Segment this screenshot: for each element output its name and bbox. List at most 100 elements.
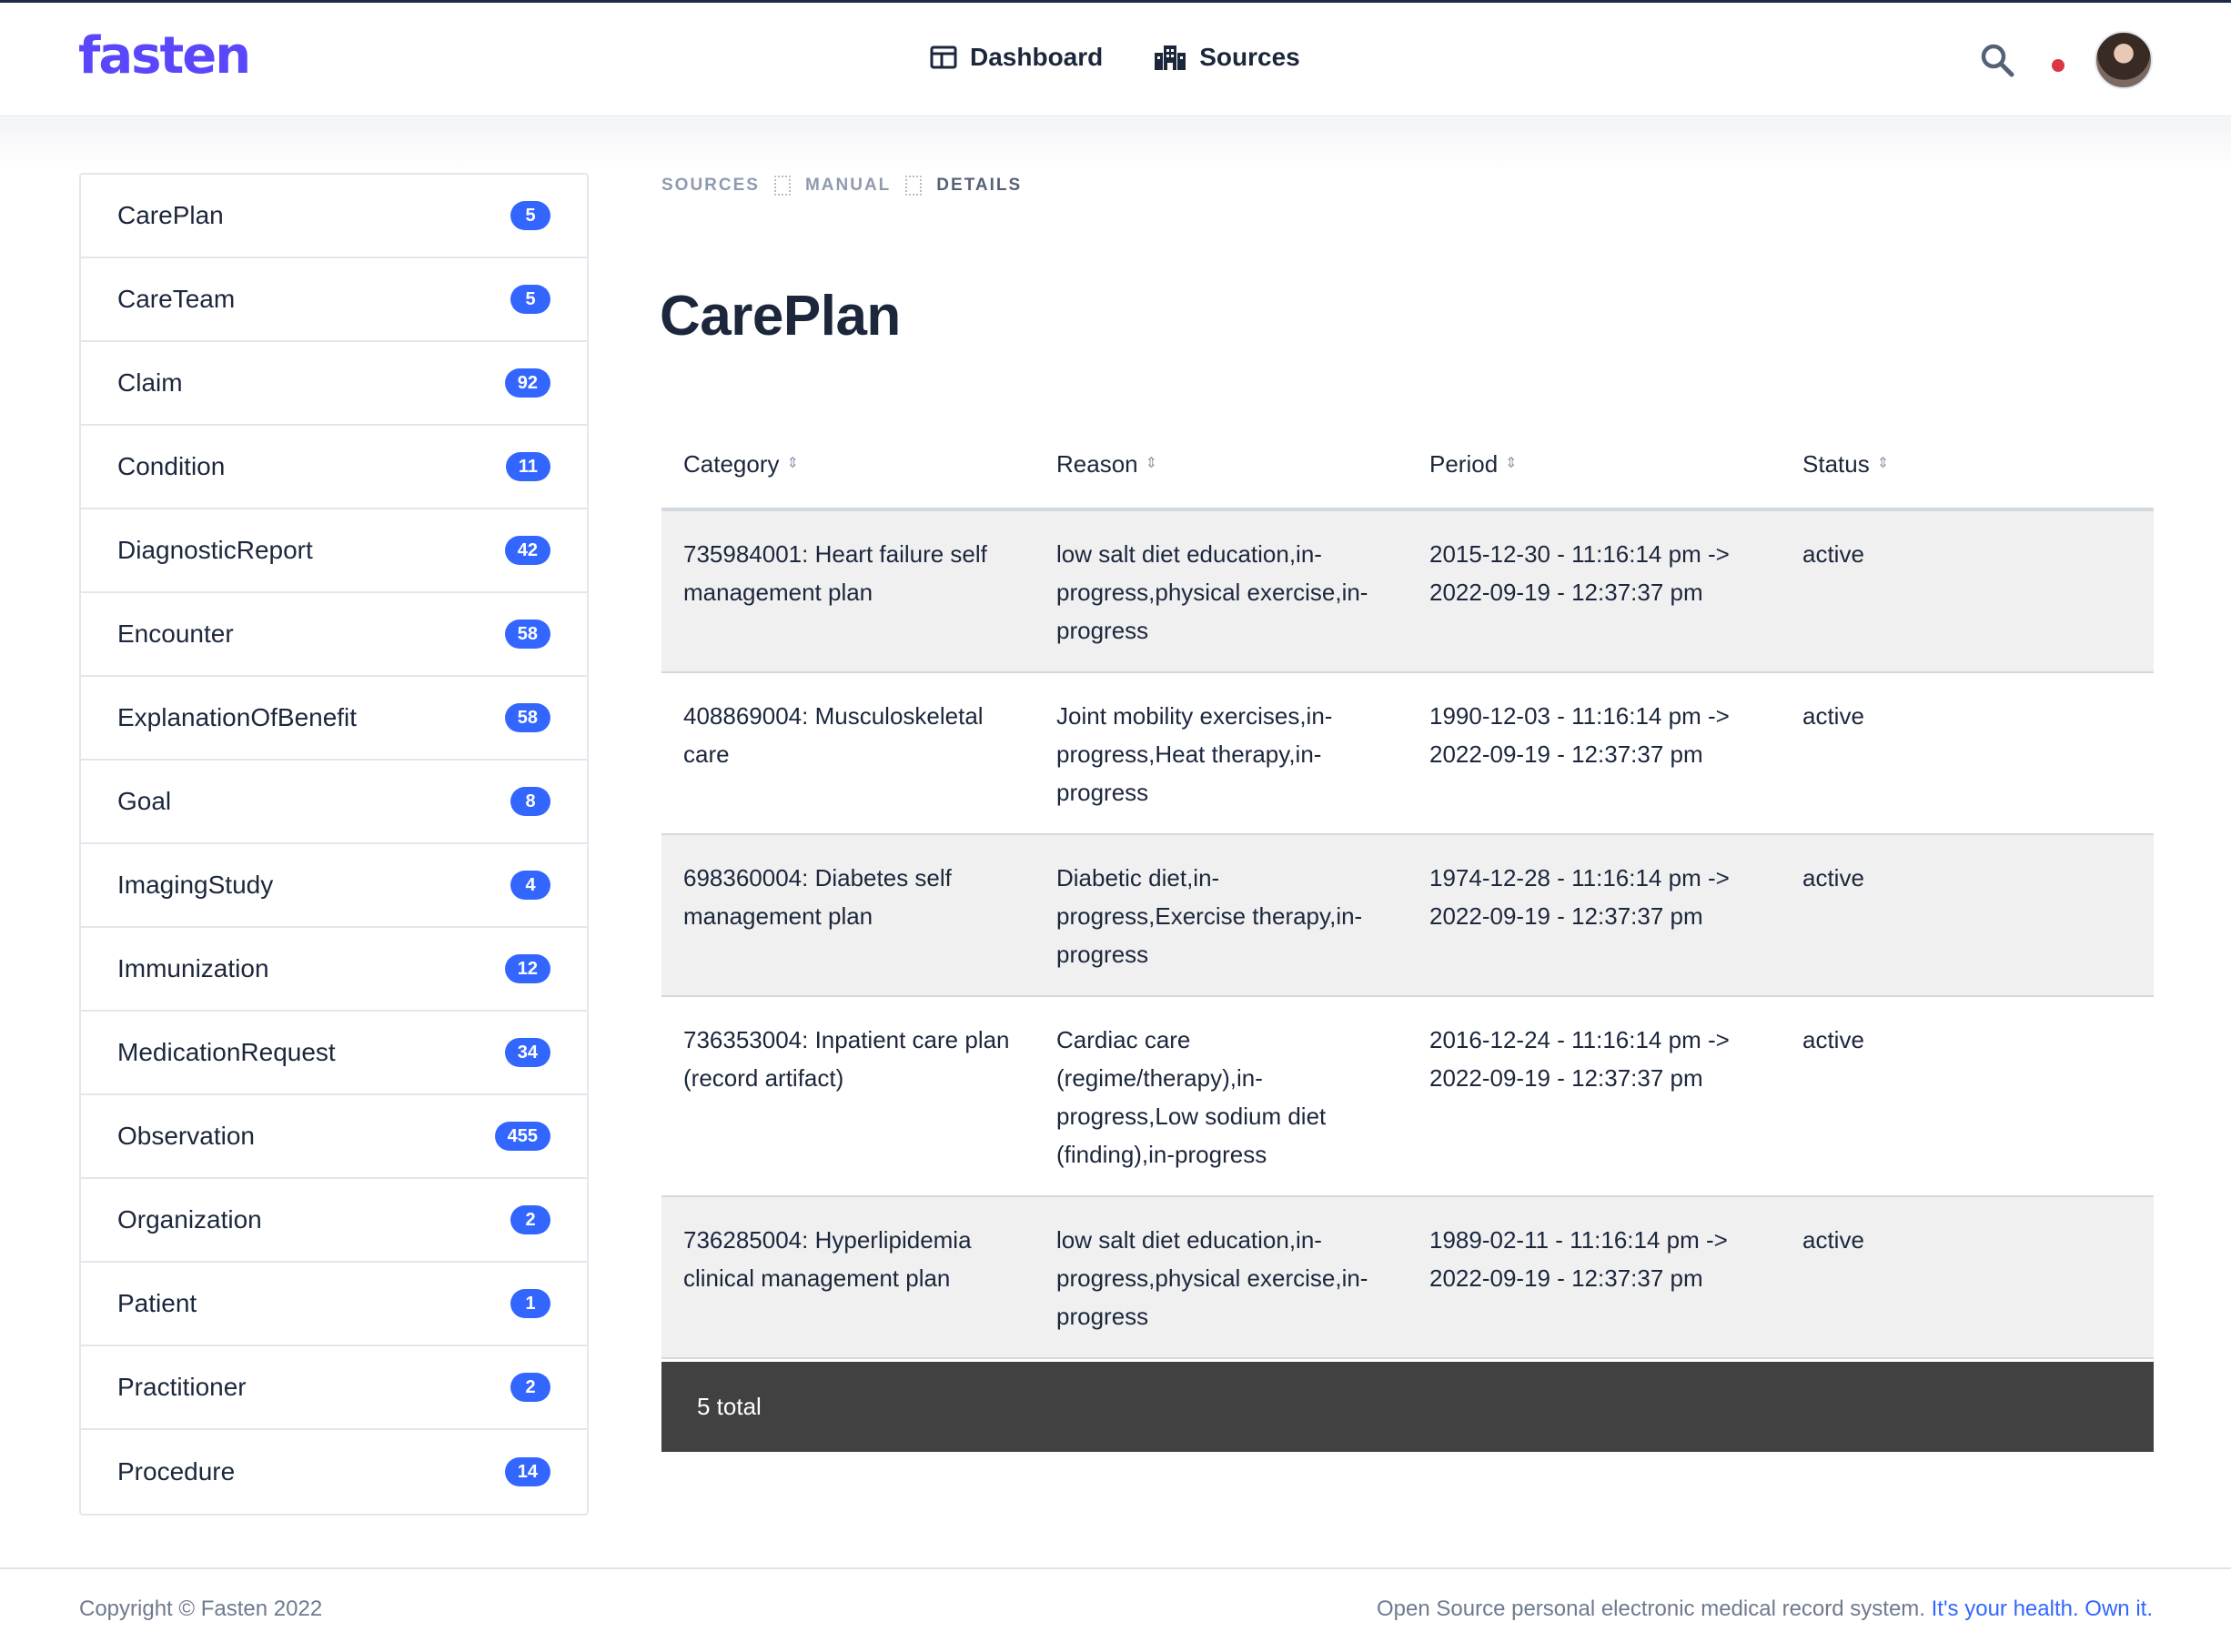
count-badge: 42: [504, 536, 550, 565]
count-badge: 58: [504, 703, 550, 732]
table-row[interactable]: 698360004: Diabetes self management plan…: [661, 835, 2154, 997]
sidebar-item-label: Organization: [117, 1205, 262, 1234]
sidebar-item-observation[interactable]: Observation 455: [81, 1095, 587, 1179]
count-badge: 8: [510, 787, 550, 816]
table-row[interactable]: 408869004: Musculoskeletal care Joint mo…: [661, 673, 2154, 835]
sidebar-item-patient[interactable]: Patient 1: [81, 1263, 587, 1346]
sidebar-item-label: Procedure: [117, 1457, 236, 1486]
nav-dashboard-label: Dashboard: [970, 43, 1104, 71]
nav-dashboard[interactable]: Dashboard: [930, 43, 1103, 72]
count-badge: 92: [504, 368, 550, 398]
search-icon: [1981, 44, 2014, 77]
sidebar-item-encounter[interactable]: Encounter 58: [81, 593, 587, 677]
column-header-label: Category: [683, 449, 780, 478]
sidebar-item-label: Observation: [117, 1122, 255, 1150]
tagline-text: Open Source personal electronic medical …: [1377, 1597, 1925, 1621]
column-header-label: Reason: [1056, 449, 1138, 478]
count-badge: 12: [504, 954, 550, 983]
count-badge: 455: [494, 1122, 550, 1151]
sidebar-item-immunization[interactable]: Immunization 12: [81, 928, 587, 1012]
search-button[interactable]: [1980, 43, 2014, 82]
sidebar-item-organization[interactable]: Organization 2: [81, 1179, 587, 1263]
sidebar-item-label: CarePlan: [117, 201, 224, 229]
breadcrumb-manual[interactable]: MANUAL: [805, 176, 891, 196]
count-badge: 2: [510, 1373, 550, 1402]
user-avatar[interactable]: [2095, 31, 2153, 89]
breadcrumb-separator-icon: [773, 176, 791, 196]
sidebar-item-goal[interactable]: Goal 8: [81, 761, 587, 844]
sources-icon: [1155, 45, 1186, 70]
sort-icon: ⇕: [1876, 456, 1890, 471]
column-header-label: Period: [1429, 449, 1499, 478]
column-header-category[interactable]: Category ⇕: [661, 450, 1035, 478]
sidebar-item-label: ExplanationOfBenefit: [117, 703, 358, 731]
breadcrumb-sources[interactable]: SOURCES: [661, 176, 760, 196]
sidebar-item-label: CareTeam: [117, 285, 236, 313]
column-header-period[interactable]: Period ⇕: [1408, 450, 1781, 478]
sidebar-item-imagingstudy[interactable]: ImagingStudy 4: [81, 844, 587, 928]
cell-reason: low salt diet education,in-progress,phys…: [1056, 1226, 1368, 1330]
table-footer-total: 5 total: [661, 1362, 2154, 1452]
careplan-table: Category ⇕ Reason ⇕ Period ⇕ Status ⇕ 735984…: [661, 420, 2154, 1359]
sidebar-item-label: ImagingStudy: [117, 871, 274, 899]
sidebar-item-procedure[interactable]: Procedure 14: [81, 1430, 587, 1514]
sidebar-item-condition[interactable]: Condition 11: [81, 426, 587, 509]
column-header-label: Status: [1802, 449, 1870, 478]
nav-sources[interactable]: Sources: [1154, 43, 1300, 72]
breadcrumb-separator-icon: [905, 176, 923, 196]
header-shadow: [0, 117, 2231, 172]
sidebar-item-label: Condition: [117, 452, 226, 480]
cell-reason: Cardiac care (regime/therapy),in-progres…: [1056, 1026, 1327, 1168]
sort-icon: ⇕: [1145, 456, 1158, 471]
sidebar-item-practitioner[interactable]: Practitioner 2: [81, 1346, 587, 1430]
sidebar-item-careplan[interactable]: CarePlan 5: [81, 175, 587, 258]
notification-indicator[interactable]: [2052, 59, 2064, 72]
sidebar-item-label: Encounter: [117, 620, 234, 648]
count-badge: 2: [510, 1205, 550, 1234]
cell-period: 1989-02-11 - 11:16:14 pm -> 2022-09-19 -…: [1429, 1226, 1728, 1292]
footer-tagline: Open Source personal electronic medical …: [1377, 1597, 2153, 1622]
sort-icon: ⇕: [786, 456, 799, 471]
sidebar-item-diagnosticreport[interactable]: DiagnosticReport 42: [81, 509, 587, 593]
cell-period: 1990-12-03 - 11:16:14 pm -> 2022-09-19 -…: [1429, 702, 1730, 768]
count-badge: 34: [504, 1038, 550, 1067]
sidebar-item-label: Patient: [117, 1289, 197, 1317]
breadcrumb: SOURCES MANUAL DETAILS: [661, 176, 1022, 196]
cell-category: 698360004: Diabetes self management plan: [683, 864, 952, 930]
table-row[interactable]: 736285004: Hyperlipidemia clinical manag…: [661, 1197, 2154, 1359]
count-badge: 14: [504, 1457, 550, 1486]
table-row[interactable]: 735984001: Heart failure self management…: [661, 511, 2154, 673]
cell-category: 735984001: Heart failure self management…: [683, 540, 987, 606]
tagline-link[interactable]: It's your health. Own it.: [1932, 1597, 2153, 1621]
table-row[interactable]: 736353004: Inpatient care plan (record a…: [661, 997, 2154, 1197]
count-badge: 58: [504, 620, 550, 649]
cell-category: 408869004: Musculoskeletal care: [683, 702, 984, 768]
cell-status: active: [1802, 864, 1864, 891]
resource-sidebar: CarePlan 5 CareTeam 5 Claim 92 Condition 11 …: [79, 173, 589, 1516]
cell-reason: Diabetic diet,in-progress,Exercise thera…: [1056, 864, 1363, 968]
fasten-logo[interactable]: fasten: [78, 26, 251, 86]
cell-status: active: [1802, 540, 1864, 568]
page-footer: Copyright © Fasten 2022 Open Source pers…: [0, 1567, 2231, 1652]
column-header-reason[interactable]: Reason ⇕: [1035, 450, 1408, 478]
sidebar-item-explanationofbenefit[interactable]: ExplanationOfBenefit 58: [81, 677, 587, 761]
page-title: CarePlan: [660, 285, 901, 348]
column-header-status[interactable]: Status ⇕: [1781, 450, 2154, 478]
cell-reason: Joint mobility exercises,in-progress,Hea…: [1056, 702, 1333, 806]
sort-icon: ⇕: [1505, 456, 1518, 471]
sidebar-item-label: Practitioner: [117, 1373, 247, 1401]
sidebar-item-label: Goal: [117, 787, 172, 815]
sidebar-item-claim[interactable]: Claim 92: [81, 342, 587, 426]
count-badge: 1: [510, 1289, 550, 1318]
main-nav: Dashboard Sources: [930, 43, 1300, 72]
copyright-text: Copyright © Fasten 2022: [79, 1597, 323, 1621]
cell-reason: low salt diet education,in-progress,phys…: [1056, 540, 1368, 644]
sidebar-item-careteam[interactable]: CareTeam 5: [81, 258, 587, 342]
count-badge: 11: [505, 452, 550, 481]
table-header: Category ⇕ Reason ⇕ Period ⇕ Status ⇕: [661, 420, 2154, 511]
cell-category: 736285004: Hyperlipidemia clinical manag…: [683, 1226, 972, 1292]
sidebar-item-medicationrequest[interactable]: MedicationRequest 34: [81, 1012, 587, 1095]
count-badge: 5: [510, 285, 550, 314]
cell-category: 736353004: Inpatient care plan (record a…: [683, 1026, 1010, 1092]
cell-period: 2016-12-24 - 11:16:14 pm -> 2022-09-19 -…: [1429, 1026, 1730, 1092]
